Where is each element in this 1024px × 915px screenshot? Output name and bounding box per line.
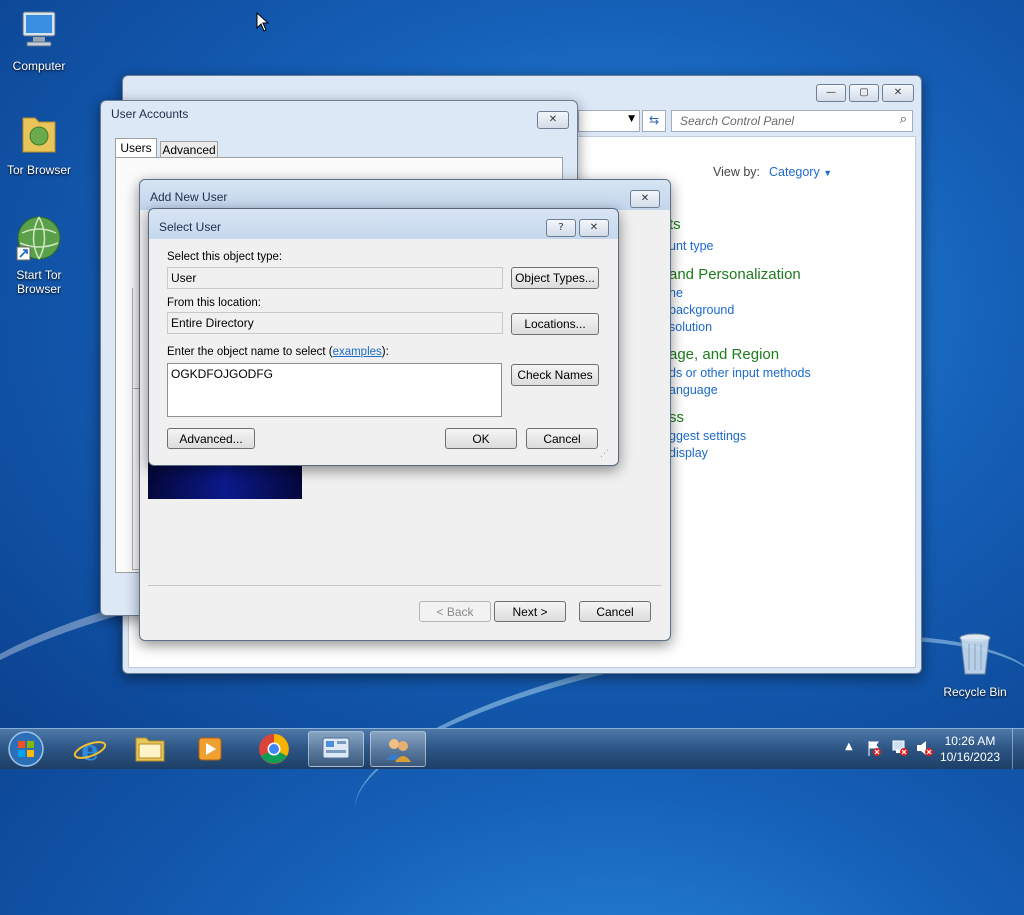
- locations-button[interactable]: Locations...: [511, 313, 599, 335]
- back-button[interactable]: < Back: [419, 601, 491, 622]
- desktop-icon-computer[interactable]: Computer: [0, 10, 78, 73]
- clock[interactable]: 10:26 AM 10/16/2023: [940, 733, 1000, 765]
- computer-icon: [22, 11, 56, 47]
- dropdown-arrow-icon: ▼: [823, 168, 833, 178]
- taskbar-user-accounts[interactable]: [370, 731, 426, 767]
- taskbar: e ▲ 10:26 AM 10/16/2023: [0, 728, 1024, 769]
- desktop-icon-label: Start Tor Browser: [16, 268, 62, 296]
- mouse-cursor-icon: [256, 12, 270, 32]
- advanced-button[interactable]: Advanced...: [167, 428, 255, 449]
- cancel-button[interactable]: Cancel: [579, 601, 651, 622]
- show-desktop-button[interactable]: [1012, 729, 1024, 769]
- category-link[interactable]: unt type: [669, 239, 713, 253]
- category-link[interactable]: background: [669, 303, 734, 317]
- clock-date: 10/16/2023: [939, 750, 1000, 764]
- taskbar-control-panel[interactable]: [308, 731, 364, 767]
- start-button[interactable]: [6, 730, 46, 768]
- category-link[interactable]: display: [669, 446, 708, 460]
- minimize-button[interactable]: —: [816, 84, 846, 102]
- refresh-icon[interactable]: ⇆: [642, 110, 666, 132]
- dialog-title: Select User: [159, 220, 222, 234]
- select-user-dialog[interactable]: Select User ? ✕ Select this object type:…: [148, 208, 619, 466]
- close-button[interactable]: ✕: [882, 84, 914, 102]
- recycle-bin-icon: [959, 633, 991, 675]
- desktop-icon-label: Computer: [12, 59, 66, 73]
- category-heading[interactable]: age, and Region: [669, 346, 779, 363]
- clock-time: 10:26 AM: [944, 734, 996, 748]
- svg-text:e: e: [81, 734, 99, 767]
- category-heading[interactable]: and Personalization: [669, 266, 801, 283]
- desktop-icon-label: Recycle Bin: [943, 685, 1007, 699]
- object-name-label: Enter the object name to select (example…: [167, 346, 389, 358]
- media-player-icon: [198, 737, 222, 761]
- close-button[interactable]: ✕: [630, 190, 660, 208]
- window-title: User Accounts: [111, 107, 189, 121]
- help-button[interactable]: ?: [546, 219, 576, 237]
- category-link[interactable]: anguage: [669, 383, 718, 397]
- taskbar-file-explorer[interactable]: [122, 731, 178, 767]
- view-by-label: View by:: [713, 165, 761, 179]
- search-icon[interactable]: ⌕: [900, 112, 907, 127]
- show-hidden-icons-icon[interactable]: ▲: [845, 741, 853, 752]
- desktop-icon-recycle-bin[interactable]: Recycle Bin: [936, 630, 1014, 699]
- users-icon: [386, 739, 411, 762]
- taskbar-internet-explorer[interactable]: e: [62, 731, 118, 767]
- dropdown-arrow-icon[interactable]: ▼: [628, 114, 635, 124]
- windows-logo-icon: [8, 731, 44, 767]
- desktop-icon-start-tor-browser[interactable]: Start Tor Browser: [0, 215, 78, 296]
- search-placeholder: Search Control Panel: [680, 114, 795, 128]
- resize-grip-icon[interactable]: ⋰: [600, 449, 609, 459]
- category-link[interactable]: ds or other input methods: [669, 366, 811, 380]
- object-type-field: User: [167, 267, 503, 289]
- tab-users[interactable]: Users: [115, 138, 157, 159]
- location-field: Entire Directory: [167, 312, 503, 334]
- internet-explorer-icon: e: [73, 734, 107, 767]
- desktop-icon-label: Tor Browser: [6, 163, 71, 177]
- category-heading[interactable]: ss: [669, 409, 684, 426]
- search-box[interactable]: Search Control Panel ⌕: [671, 110, 913, 132]
- wizard-banner-image: [148, 462, 302, 499]
- taskbar-media-player[interactable]: [182, 731, 238, 767]
- next-button[interactable]: Next >: [494, 601, 566, 622]
- cancel-button[interactable]: Cancel: [526, 428, 598, 449]
- address-bar[interactable]: ▼: [578, 110, 640, 132]
- close-button[interactable]: ✕: [537, 111, 569, 129]
- volume-muted-icon[interactable]: [915, 739, 933, 757]
- taskbar-chrome[interactable]: [246, 731, 302, 767]
- object-types-button[interactable]: Object Types...: [511, 267, 599, 289]
- desktop-icon-tor-browser[interactable]: Tor Browser: [0, 112, 78, 177]
- globe-icon: [16, 216, 61, 261]
- check-names-button[interactable]: Check Names: [511, 364, 599, 386]
- close-button[interactable]: ✕: [579, 219, 609, 237]
- category-link[interactable]: ne: [669, 286, 683, 300]
- ok-button[interactable]: OK: [445, 428, 517, 449]
- examples-link[interactable]: examples: [333, 346, 382, 358]
- category-link[interactable]: solution: [669, 320, 712, 334]
- list-border: [132, 288, 139, 408]
- window-title: Add New User: [150, 190, 228, 204]
- object-name-label-end: ):: [381, 346, 389, 358]
- maximize-button[interactable]: ▢: [849, 84, 879, 102]
- folder-icon: [22, 117, 56, 153]
- view-by-dropdown[interactable]: Category ▼: [769, 165, 832, 179]
- action-center-flag-icon[interactable]: [866, 739, 882, 757]
- network-icon[interactable]: [891, 739, 909, 757]
- object-type-label: Select this object type:: [167, 251, 283, 263]
- category-link[interactable]: ggest settings: [669, 429, 746, 443]
- chrome-icon: [259, 734, 289, 764]
- folder-icon: [135, 737, 165, 762]
- control-panel-icon: [322, 737, 350, 759]
- location-label: From this location:: [167, 297, 261, 309]
- object-name-input[interactable]: OGKDFOJGODFG: [167, 363, 502, 417]
- separator: [148, 585, 662, 586]
- view-by-value: Category: [769, 165, 820, 179]
- object-name-label-text: Enter the object name to select (: [167, 346, 333, 358]
